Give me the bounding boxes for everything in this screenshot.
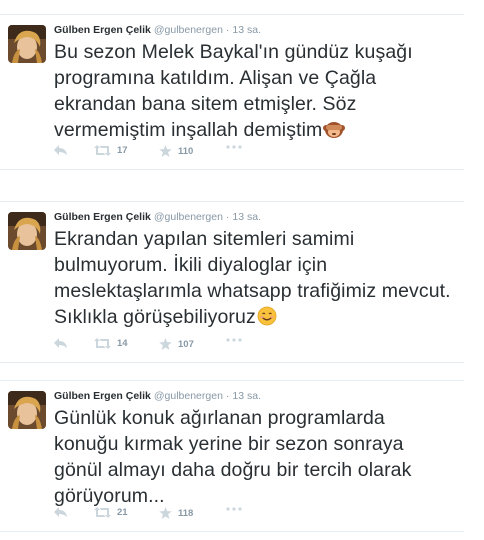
tweet-card[interactable]: Gülben Ergen Çelik @gulbenergen · 13 sa. Gü… <box>0 380 464 532</box>
retweet-button[interactable]: 17 <box>94 145 128 156</box>
author-handle[interactable]: @gulbenergen <box>154 24 223 36</box>
reply-icon[interactable] <box>54 507 68 518</box>
author-name[interactable]: Gülben Ergen Çelik <box>54 390 151 402</box>
retweet-button[interactable]: 21 <box>94 507 128 518</box>
separator: · <box>225 390 230 402</box>
star-icon <box>159 338 172 350</box>
tweet-header: Gülben Ergen Çelik @gulbenergen · 13 sa. <box>54 210 261 224</box>
separator: · <box>225 24 230 36</box>
author-handle[interactable]: @gulbenergen <box>154 390 223 402</box>
tweet-text: Bu sezon Melek Baykal'ın gündüz kuşağı p… <box>54 39 454 146</box>
reply-icon[interactable] <box>54 145 68 156</box>
favorite-count: 118 <box>178 507 194 519</box>
see-no-evil-monkey-icon <box>323 119 346 146</box>
retweet-button[interactable]: 14 <box>94 338 128 349</box>
tweet-card[interactable]: Gülben Ergen Çelik @gulbenergen · 13 sa. Bu… <box>0 14 464 170</box>
author-name[interactable]: Gülben Ergen Çelik <box>54 24 151 36</box>
tweet-card[interactable]: Gülben Ergen Çelik @gulbenergen · 13 sa. Ek… <box>0 201 464 363</box>
favorite-count: 107 <box>178 338 194 350</box>
retweet-count: 21 <box>117 507 128 518</box>
tweet-header: Gülben Ergen Çelik @gulbenergen · 13 sa. <box>54 389 261 403</box>
more-icon[interactable] <box>226 338 242 342</box>
tweet-text: Günlük konuk ağırlanan programlarda konu… <box>54 405 454 509</box>
tweet-text-body: Ekrandan yapılan sitemleri samimi bulmuy… <box>54 228 451 328</box>
separator: · <box>225 211 230 223</box>
more-icon[interactable] <box>226 507 242 511</box>
retweet-count: 17 <box>117 145 128 156</box>
author-handle[interactable]: @gulbenergen <box>154 211 223 223</box>
star-icon <box>159 507 172 519</box>
star-icon <box>159 145 172 157</box>
favorite-button[interactable]: 107 <box>159 338 194 350</box>
retweet-count: 14 <box>117 338 128 349</box>
retweet-icon <box>94 507 111 518</box>
author-name[interactable]: Gülben Ergen Çelik <box>54 211 151 223</box>
more-icon[interactable] <box>226 145 242 149</box>
tweet-text-body: Bu sezon Melek Baykal'ın gündüz kuşağı p… <box>54 41 413 141</box>
timestamp[interactable]: 13 sa. <box>232 24 261 36</box>
favorite-count: 110 <box>178 145 194 157</box>
smiling-face-icon <box>257 306 277 333</box>
avatar[interactable] <box>8 212 46 250</box>
favorite-button[interactable]: 118 <box>159 507 193 519</box>
favorite-button[interactable]: 110 <box>159 145 193 157</box>
retweet-icon <box>94 145 111 156</box>
retweet-icon <box>94 338 111 349</box>
timestamp[interactable]: 13 sa. <box>232 390 261 402</box>
reply-icon[interactable] <box>54 338 68 349</box>
avatar[interactable] <box>8 25 46 63</box>
tweet-header: Gülben Ergen Çelik @gulbenergen · 13 sa. <box>54 23 261 37</box>
avatar[interactable] <box>8 391 46 429</box>
tweet-text-body: Günlük konuk ağırlanan programlarda konu… <box>54 407 412 507</box>
tweet-text: Ekrandan yapılan sitemleri samimi bulmuy… <box>54 226 454 333</box>
timestamp[interactable]: 13 sa. <box>232 211 261 223</box>
